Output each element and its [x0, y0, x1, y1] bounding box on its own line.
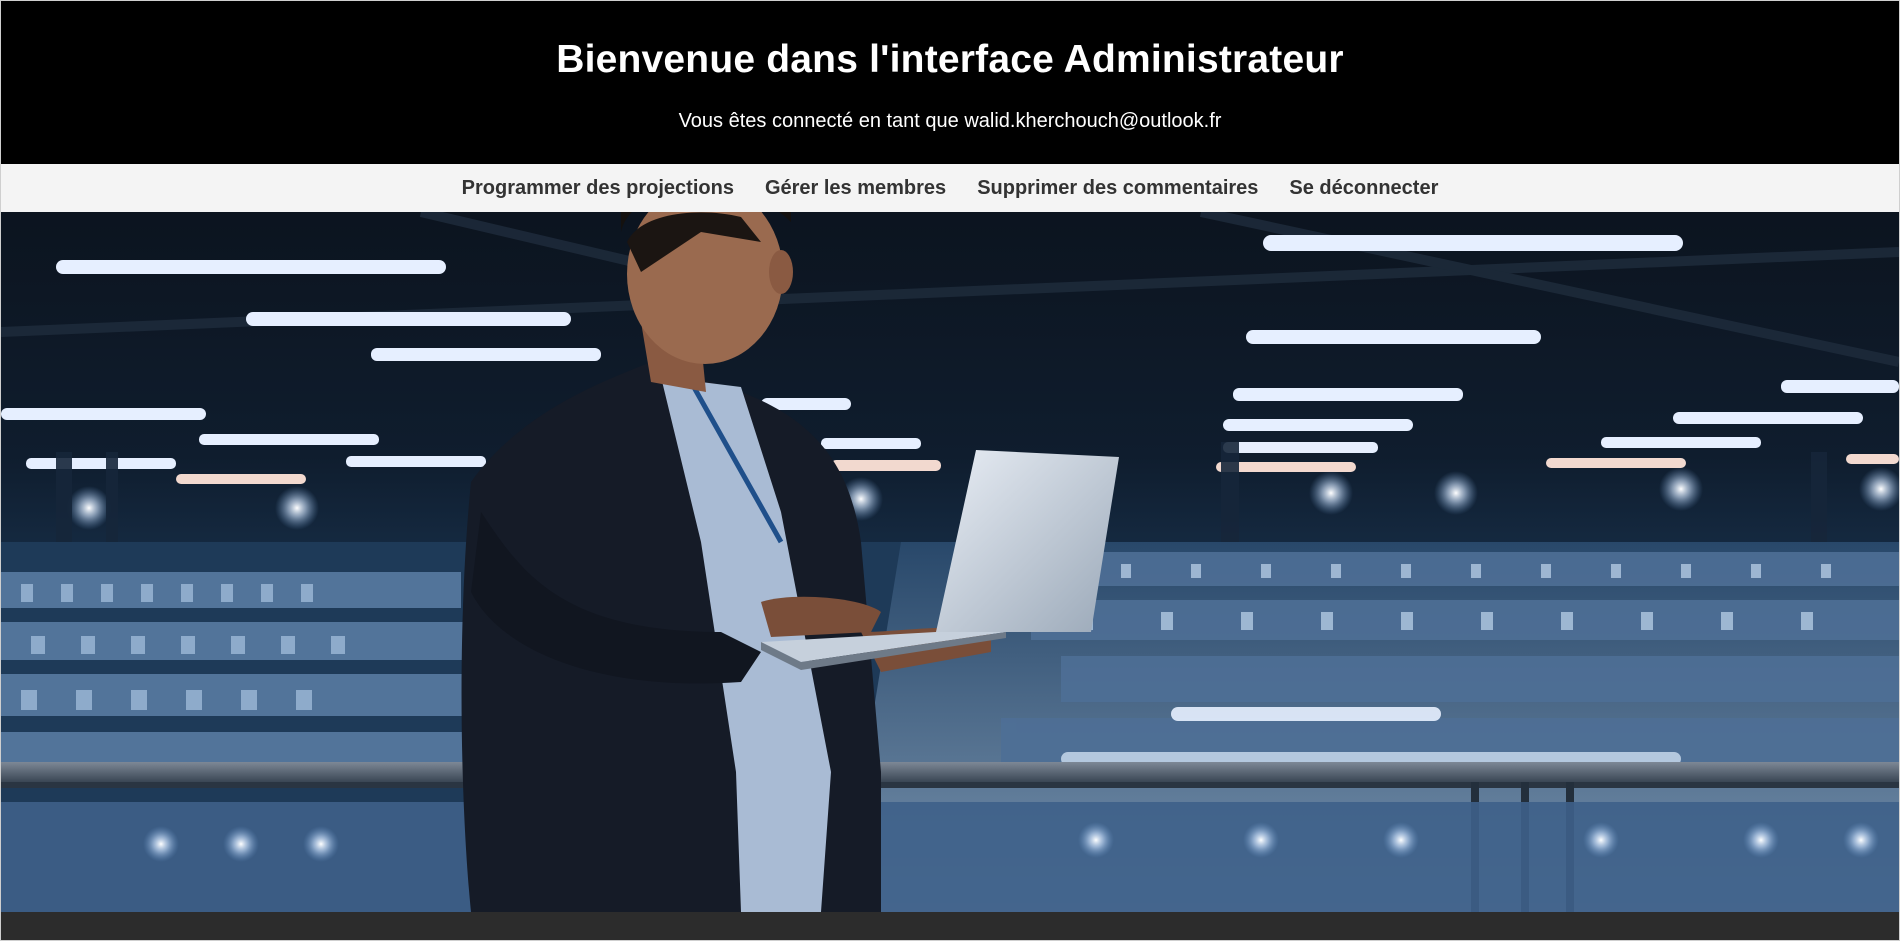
nav-link-delete-comments[interactable]: Supprimer des commentaires	[977, 177, 1258, 200]
nav-link-logout[interactable]: Se déconnecter	[1289, 177, 1438, 200]
main-nav: Programmer des projections Gérer les mem…	[1, 164, 1899, 212]
hero-image-illustration	[1, 212, 1899, 912]
page: Bienvenue dans l'interface Administrateu…	[0, 0, 1900, 941]
page-title: Bienvenue dans l'interface Administrateu…	[556, 38, 1344, 81]
page-header: Bienvenue dans l'interface Administrateu…	[1, 1, 1899, 164]
page-footer	[1, 912, 1899, 940]
nav-link-manage-members[interactable]: Gérer les membres	[765, 177, 946, 200]
nav-link-schedule-screenings[interactable]: Programmer des projections	[462, 177, 734, 200]
hero-image	[1, 212, 1899, 912]
logged-in-user-text: Vous êtes connecté en tant que walid.khe…	[678, 110, 1222, 132]
